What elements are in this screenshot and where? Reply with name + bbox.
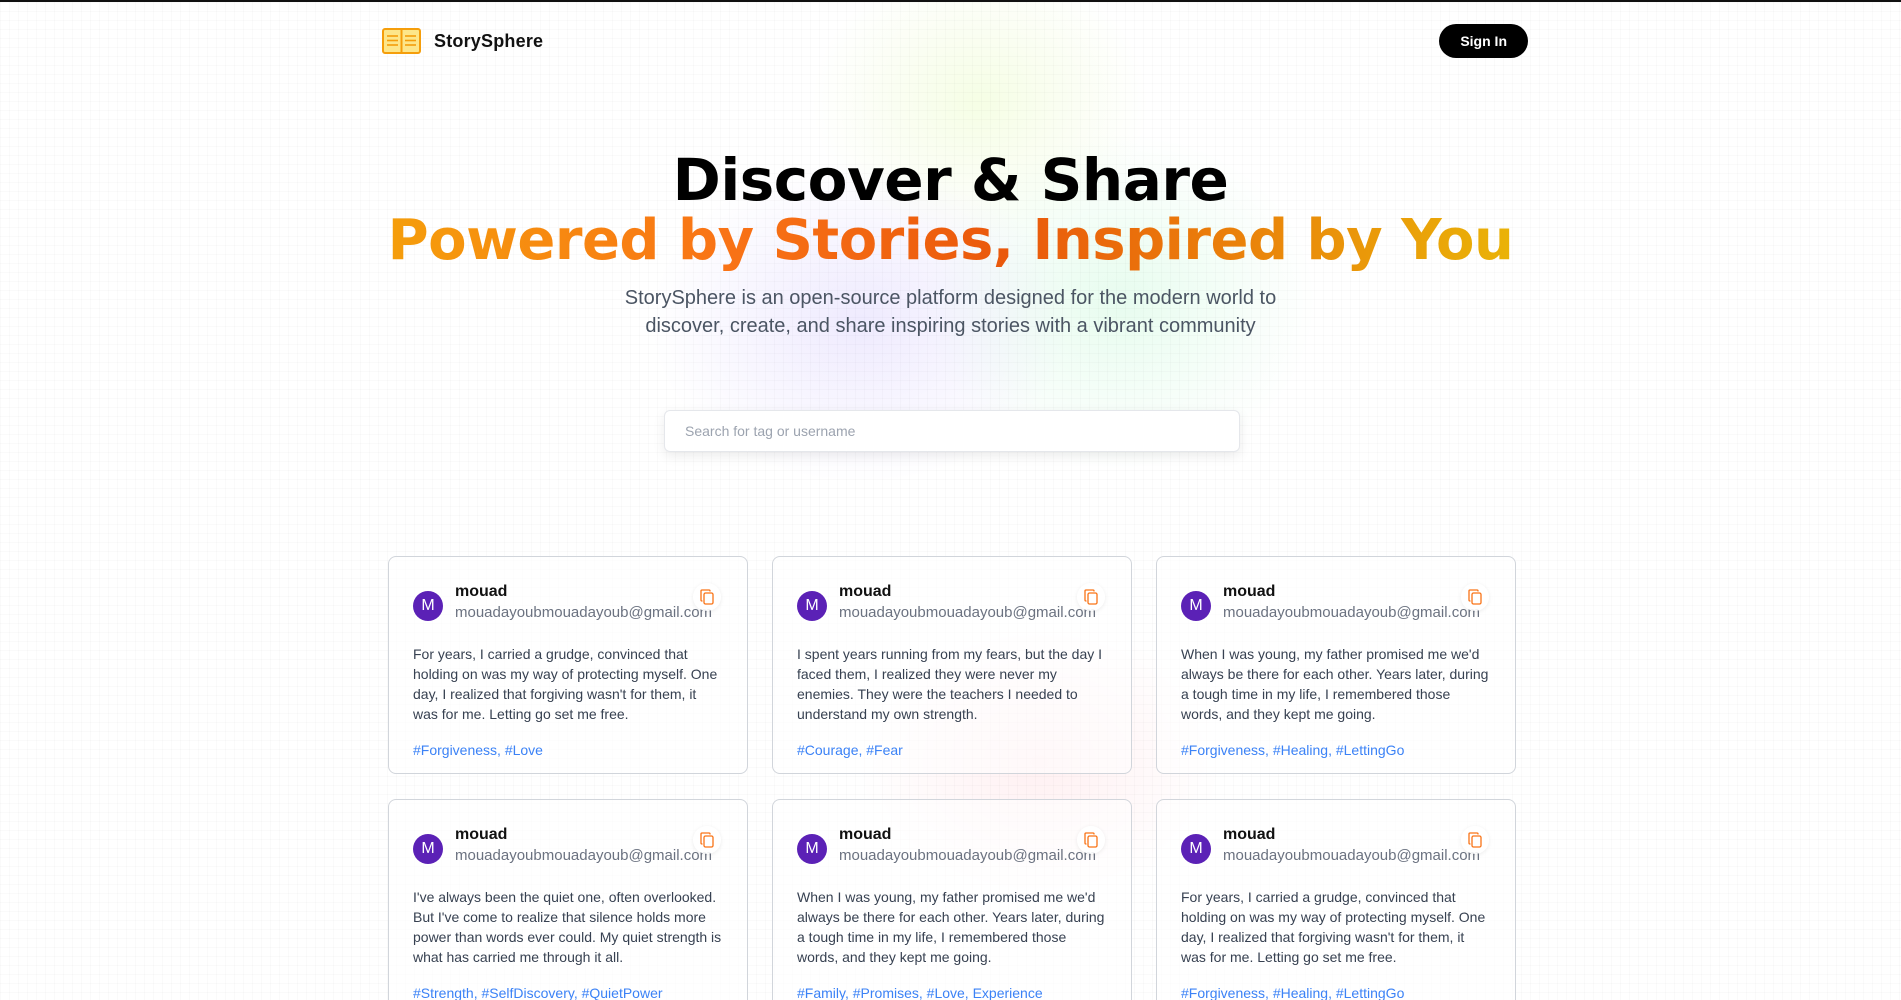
story-card: M mouad mouadayoubmouadayoub@gmail.com W… [1156,556,1516,774]
card-header: M mouad mouadayoubmouadayoub@gmail.com [1181,583,1491,624]
top-nav: StorySphere Sign In [382,22,1528,60]
story-card: M mouad mouadayoubmouadayoub@gmail.com I… [772,556,1132,774]
story-card: M mouad mouadayoubmouadayoub@gmail.com I… [388,799,748,1000]
story-tags[interactable]: #Forgiveness, #Healing, #LettingGo [1181,740,1491,760]
story-feed: M mouad mouadayoubmouadayoub@gmail.com F… [388,556,1516,1000]
card-header: M mouad mouadayoubmouadayoub@gmail.com [413,583,723,624]
author-email: mouadayoubmouadayoub@gmail.com [1223,604,1481,621]
story-tags[interactable]: #Courage, #Fear [797,740,1107,760]
avatar[interactable]: M [413,834,443,864]
copy-icon [1468,589,1482,605]
story-tags[interactable]: #Strength, #SelfDiscovery, #QuietPower [413,983,723,1000]
avatar[interactable]: M [1181,834,1211,864]
author-email: mouadayoubmouadayoub@gmail.com [455,847,713,864]
author-username[interactable]: mouad [839,582,1096,602]
hero-title: Discover & Share [672,146,1229,214]
card-header: M mouad mouadayoubmouadayoub@gmail.com [797,583,1107,624]
author-email: mouadayoubmouadayoub@gmail.com [839,604,1097,621]
author-email: mouadayoubmouadayoub@gmail.com [1223,847,1481,864]
story-text: For years, I carried a grudge, convinced… [1181,889,1486,965]
search-input[interactable] [664,410,1240,452]
hero-section: Discover & Share Powered by Stories, Ins… [0,150,1901,340]
avatar-letter: M [805,597,819,614]
story-tags[interactable]: #Forgiveness, #Love [413,740,723,760]
copy-button[interactable] [1461,826,1489,854]
book-logo-icon [382,28,421,54]
author-info: mouad mouadayoubmouadayoub@gmail.com [1223,826,1480,867]
copy-icon [700,589,714,605]
author-email: mouadayoubmouadayoub@gmail.com [455,604,713,621]
story-card: M mouad mouadayoubmouadayoub@gmail.com F… [388,556,748,774]
story-card: M mouad mouadayoubmouadayoub@gmail.com W… [772,799,1132,1000]
card-header: M mouad mouadayoubmouadayoub@gmail.com [413,826,723,867]
story-text: When I was young, my father promised me … [1181,646,1489,722]
hero-subtitle: Powered by Stories, Inspired by You [387,208,1514,273]
copy-button[interactable] [1077,826,1105,854]
copy-button[interactable] [1077,583,1105,611]
author-info: mouad mouadayoubmouadayoub@gmail.com [1223,583,1480,624]
author-info: mouad mouadayoubmouadayoub@gmail.com [839,826,1096,867]
copy-button[interactable] [693,826,721,854]
avatar[interactable]: M [1181,591,1211,621]
story-text: I spent years running from my fears, but… [797,646,1103,722]
card-header: M mouad mouadayoubmouadayoub@gmail.com [1181,826,1491,867]
story-text: For years, I carried a grudge, convinced… [413,646,718,722]
avatar-letter: M [1189,597,1203,614]
author-username[interactable]: mouad [455,825,712,845]
brand-link[interactable]: StorySphere [382,27,543,55]
author-info: mouad mouadayoubmouadayoub@gmail.com [455,826,712,867]
story-card: M mouad mouadayoubmouadayoub@gmail.com F… [1156,799,1516,1000]
story-tags[interactable]: #Family, #Promises, #Love, Experience [797,983,1107,1000]
author-username[interactable]: mouad [1223,582,1480,602]
story-text: When I was young, my father promised me … [797,889,1105,965]
card-header: M mouad mouadayoubmouadayoub@gmail.com [797,826,1107,867]
story-tags[interactable]: #Forgiveness, #Healing, #LettingGo [1181,983,1491,1000]
copy-button[interactable] [1461,583,1489,611]
avatar-letter: M [421,840,435,857]
avatar-letter: M [805,840,819,857]
story-text: I've always been the quiet one, often ov… [413,889,722,965]
copy-icon [1468,832,1482,848]
avatar-letter: M [1189,840,1203,857]
copy-icon [1084,832,1098,848]
author-info: mouad mouadayoubmouadayoub@gmail.com [455,583,712,624]
sign-in-button[interactable]: Sign In [1439,24,1528,58]
avatar[interactable]: M [797,834,827,864]
author-username[interactable]: mouad [1223,825,1480,845]
hero-description: StorySphere is an open-source platform d… [624,287,1277,337]
copy-icon [700,832,714,848]
author-info: mouad mouadayoubmouadayoub@gmail.com [839,583,1096,624]
copy-icon [1084,589,1098,605]
brand-name: StorySphere [434,30,544,51]
copy-button[interactable] [693,583,721,611]
avatar[interactable]: M [413,591,443,621]
author-username[interactable]: mouad [455,582,712,602]
avatar-letter: M [421,597,435,614]
author-email: mouadayoubmouadayoub@gmail.com [839,847,1097,864]
avatar[interactable]: M [797,591,827,621]
author-username[interactable]: mouad [839,825,1096,845]
